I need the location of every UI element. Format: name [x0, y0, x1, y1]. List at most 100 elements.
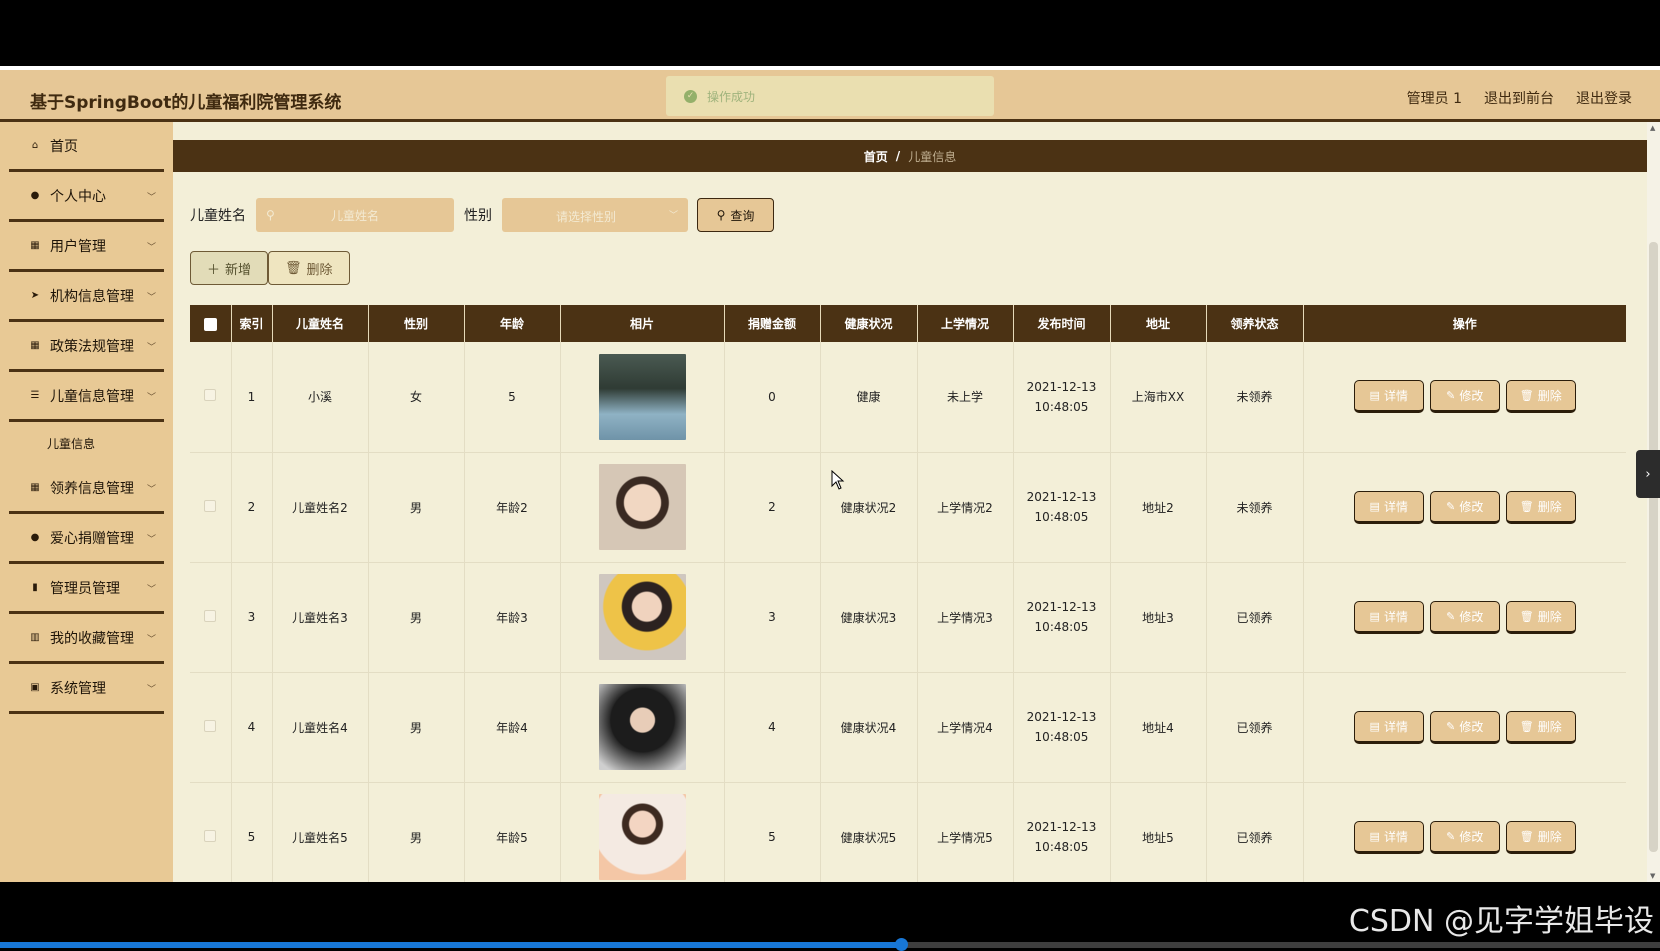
name-cell: 小溪 — [272, 342, 369, 453]
chevron-down-icon: ﹀ — [146, 293, 156, 303]
query-button[interactable]: ⚲ 查询 — [697, 198, 774, 232]
edit-button[interactable]: ✎ 修改 — [1429, 490, 1500, 524]
breadcrumb-home[interactable]: 首页 — [864, 148, 888, 165]
row-checkbox[interactable] — [204, 719, 217, 732]
row-checkbox[interactable] — [204, 609, 217, 622]
logout-link[interactable]: 退出登录 — [1576, 88, 1632, 108]
scroll-down-icon[interactable]: ▼ — [1650, 872, 1655, 880]
add-button[interactable]: ＋新增 — [190, 251, 269, 285]
sidebar-item-system[interactable]: ▣ 系统管理 ﹀ — [9, 664, 164, 714]
school-cell: 上学情况2 — [917, 452, 1014, 563]
sidebar-item-label: 用户管理 — [50, 238, 106, 255]
row-checkbox[interactable] — [204, 389, 217, 402]
home-icon: ⌂ — [31, 140, 39, 151]
chevron-down-icon: ﹀ — [146, 193, 156, 203]
row-select-cell[interactable] — [190, 562, 232, 673]
video-progress-bar[interactable] — [0, 938, 1660, 951]
operations-cell: ▤ 详情 ✎ 修改 🗑 删除 — [1303, 672, 1626, 783]
chevron-down-icon: ﹀ — [146, 535, 156, 545]
trash-icon: 🗑 — [1519, 499, 1534, 513]
time-cell: 2021-12-13 10:48:05 — [1013, 452, 1111, 563]
side-panel-toggle[interactable]: › — [1636, 450, 1660, 498]
row-delete-button[interactable]: 🗑 删除 — [1505, 820, 1576, 854]
video-progress-knob[interactable] — [895, 938, 909, 951]
children-table: 索引 儿童姓名 性别 年龄 相片 捐赠金额 健康状况 上学情况 发布时间 地址 … — [190, 305, 1626, 882]
sidebar-item-home[interactable]: ⌂ 首页 — [9, 122, 164, 172]
detail-button[interactable]: ▤ 详情 — [1353, 820, 1424, 854]
row-delete-button[interactable]: 🗑 删除 — [1505, 710, 1576, 744]
sidebar-item-personal[interactable]: ● 个人中心 ﹀ — [9, 172, 164, 222]
name-cell: 儿童姓名4 — [272, 672, 369, 783]
detail-label: 详情 — [1383, 389, 1408, 404]
child-photo[interactable] — [598, 684, 686, 770]
status-cell: 已领养 — [1206, 782, 1304, 882]
row-checkbox[interactable] — [204, 829, 217, 842]
row-delete-label: 删除 — [1537, 719, 1562, 734]
edit-label: 修改 — [1459, 829, 1484, 844]
sidebar-item-users[interactable]: ▦ 用户管理 ﹀ — [9, 222, 164, 272]
gender-select[interactable]: 请选择性别 ﹀ — [502, 198, 688, 232]
row-delete-button[interactable]: 🗑 删除 — [1505, 380, 1576, 414]
photo-cell — [560, 672, 725, 783]
vertical-scrollbar[interactable]: ▲ ▼ — [1647, 122, 1660, 882]
amount-cell: 4 — [724, 672, 821, 783]
scroll-up-icon[interactable]: ▲ — [1650, 124, 1655, 132]
operations-cell: ▤ 详情 ✎ 修改 🗑 删除 — [1303, 782, 1626, 882]
row-delete-button[interactable]: 🗑 删除 — [1505, 600, 1576, 634]
sidebar-item-children[interactable]: ☰ 儿童信息管理 ﹀ — [9, 372, 164, 422]
age-cell: 年龄2 — [464, 452, 561, 563]
operations-cell: ▤ 详情 ✎ 修改 🗑 删除 — [1303, 562, 1626, 673]
row-select-cell[interactable] — [190, 782, 232, 882]
select-all-cell[interactable] — [190, 305, 232, 342]
edit-button[interactable]: ✎ 修改 — [1429, 710, 1500, 744]
back-to-front-link[interactable]: 退出到前台 — [1484, 88, 1554, 108]
success-toast: ✓ 操作成功 — [666, 76, 994, 116]
child-photo[interactable] — [598, 794, 686, 880]
select-all-checkbox[interactable] — [203, 317, 217, 331]
age-cell: 年龄4 — [464, 672, 561, 783]
child-photo[interactable] — [598, 353, 686, 440]
bar-icon: ▮ — [32, 582, 38, 593]
row-select-cell[interactable] — [190, 342, 232, 453]
document-icon: ▤ — [1369, 499, 1380, 513]
edit-button[interactable]: ✎ 修改 — [1429, 600, 1500, 634]
health-cell: 健康状况4 — [820, 672, 918, 783]
row-select-cell[interactable] — [190, 452, 232, 563]
breadcrumb-separator: / — [895, 149, 901, 163]
sidebar-item-donation[interactable]: ● 爱心捐赠管理 ﹀ — [9, 514, 164, 564]
edit-button[interactable]: ✎ 修改 — [1429, 820, 1500, 854]
child-photo[interactable] — [598, 464, 686, 550]
sidebar-subitem-children-info[interactable]: 儿童信息 — [9, 422, 164, 464]
detail-button[interactable]: ▤ 详情 — [1353, 600, 1424, 634]
sidebar-item-admins[interactable]: ▮ 管理员管理 ﹀ — [9, 564, 164, 614]
search-bar: 儿童姓名 ⚲ 儿童姓名 性别 请选择性别 ﹀ ⚲ 查询 — [190, 198, 774, 232]
col-header: 捐赠金额 — [724, 305, 821, 342]
sidebar-item-adoption[interactable]: ▦ 领养信息管理 ﹀ — [9, 464, 164, 514]
batch-delete-button[interactable]: 🗑 删除 — [268, 251, 350, 285]
age-cell: 年龄5 — [464, 782, 561, 882]
edit-button[interactable]: ✎ 修改 — [1429, 380, 1500, 414]
sidebar-item-institution[interactable]: ➤ 机构信息管理 ﹀ — [9, 272, 164, 322]
detail-button[interactable]: ▤ 详情 — [1353, 380, 1424, 414]
row-delete-button[interactable]: 🗑 删除 — [1505, 490, 1576, 524]
video-progress-fill — [0, 942, 902, 948]
top-actions: 管理员 1 退出到前台 退出登录 — [1407, 88, 1632, 108]
gender-cell: 女 — [368, 342, 465, 453]
sidebar-item-policy[interactable]: ▦ 政策法规管理 ﹀ — [9, 322, 164, 372]
row-checkbox[interactable] — [204, 499, 217, 512]
chevron-down-icon: ﹀ — [146, 485, 156, 495]
chevron-down-icon: ﹀ — [146, 585, 156, 595]
sidebar-item-favorites[interactable]: ▥ 我的收藏管理 ﹀ — [9, 614, 164, 664]
child-photo[interactable] — [598, 574, 686, 660]
photo-cell — [560, 342, 725, 453]
row-select-cell[interactable] — [190, 672, 232, 783]
top-header: 基于SpringBoot的儿童福利院管理系统 ✓ 操作成功 管理员 1 退出到前… — [0, 66, 1660, 122]
scroll-thumb[interactable] — [1649, 242, 1658, 852]
address-cell: 地址2 — [1110, 452, 1207, 563]
detail-button[interactable]: ▤ 详情 — [1353, 490, 1424, 524]
detail-button[interactable]: ▤ 详情 — [1353, 710, 1424, 744]
check-circle-icon: ✓ — [684, 89, 697, 103]
row-delete-label: 删除 — [1537, 389, 1562, 404]
index-cell: 4 — [231, 672, 273, 783]
name-search-input[interactable]: ⚲ 儿童姓名 — [256, 198, 454, 232]
